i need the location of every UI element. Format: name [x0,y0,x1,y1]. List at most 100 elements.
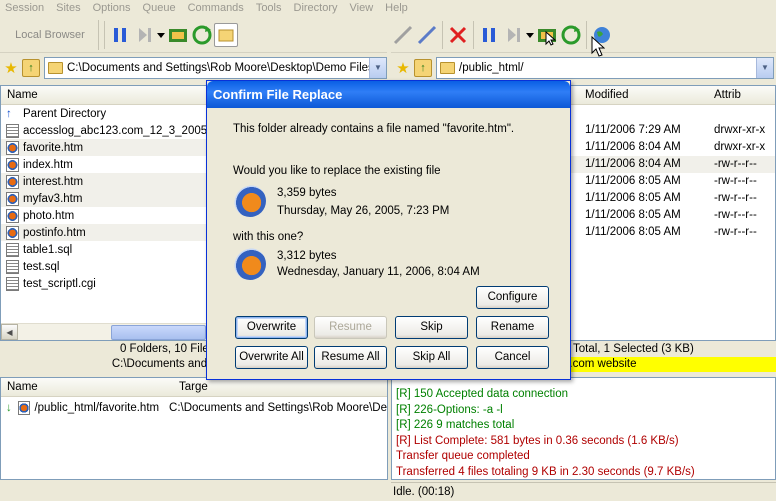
menu-session[interactable]: Session [0,2,51,14]
firefox-doc-icon [6,140,19,155]
step-icon[interactable] [132,23,156,47]
existing-date: Thursday, May 26, 2005, 7:23 PM [277,205,450,217]
session-log: [R] 150 Accepted data connection [R] 226… [391,377,776,480]
folder-up-icon[interactable]: ↑ [414,58,432,77]
up-arrow-icon: ↑ [6,107,12,120]
connect-icon[interactable] [391,23,415,47]
folder-icon [48,61,63,74]
dialog-message: This folder already contains a file name… [233,123,515,135]
column-modified-header[interactable]: Modified [585,89,628,101]
chevron-down-icon[interactable] [525,23,535,47]
folder-up-icon[interactable]: ↑ [22,58,40,77]
column-name-header[interactable]: Name [7,89,38,101]
menu-commands[interactable]: Commands [183,2,251,14]
doc-icon [6,123,19,138]
chevron-down-icon[interactable] [156,23,166,47]
overwrite-button[interactable]: Overwrite [235,316,308,339]
transfer-queue: Name Targe ↓ /public_html/favorite.htm C… [0,377,388,480]
delete-icon[interactable] [446,23,470,47]
menu-sites[interactable]: Sites [51,2,87,14]
skip-all-button[interactable]: Skip All [395,346,468,369]
chevron-down-icon[interactable]: ▼ [369,57,386,78]
modified-cell: 1/11/2006 8:05 AM [585,226,681,238]
mouse-cursor-icon [591,36,605,57]
file-name: test.sql [23,260,60,273]
attrib-cell: drwxr-xr-x [714,141,766,153]
transfer-icon[interactable] [166,23,190,47]
dialog-with-label: with this one? [233,231,304,243]
menu-queue[interactable]: Queue [138,2,183,14]
disconnect-icon[interactable] [415,23,439,47]
file-name: Parent Directory [23,107,107,120]
menu-directory[interactable]: Directory [289,2,345,14]
scroll-left-icon[interactable]: ◀ [1,324,18,340]
modified-cell: 1/11/2006 7:29 AM [585,124,681,136]
queue-name-header[interactable]: Name [7,381,38,393]
local-address-bar: ★ ↑ C:\Documents and Settings\Rob Moore\… [2,56,387,79]
download-arrow-icon: ↓ [6,401,12,414]
chevron-down-icon[interactable]: ▼ [756,57,773,78]
doc-icon [6,242,19,257]
firefox-file-icon [234,185,266,217]
confirm-replace-dialog: Confirm File Replace This folder already… [206,80,571,380]
log-line: [R] 150 Accepted data connection [396,388,568,400]
remote-toolbar [391,17,776,53]
configure-button[interactable]: Configure [476,286,549,309]
log-line: Transfer queue completed [396,450,530,462]
local-path-combo[interactable]: C:\Documents and Settings\Rob Moore\Desk… [44,56,387,79]
refresh-icon[interactable] [190,23,214,47]
existing-size: 3,359 bytes [277,187,337,199]
file-name: index.htm [23,158,73,171]
refresh-icon[interactable] [559,23,583,47]
cancel-button[interactable]: Cancel [476,346,549,369]
transfer-icon[interactable] [535,23,559,47]
firefox-doc-icon [17,400,31,415]
scroll-thumb[interactable] [111,324,206,340]
file-name: postinfo.htm [23,226,86,239]
menu-tools[interactable]: Tools [251,2,289,14]
skip-button[interactable]: Skip [395,316,468,339]
local-toolbar: Local Browser [0,17,387,53]
folder-view-icon[interactable] [214,22,238,47]
toolbar-separator [104,20,105,49]
column-attrib-header[interactable]: Attrib [714,89,741,101]
new-size: 3,312 bytes [277,250,337,262]
attrib-cell: -rw-r--r-- [714,158,757,170]
rename-button[interactable]: Rename [476,316,549,339]
remote-address-bar: ★ ↑ /public_html/ ▼ [394,56,774,79]
overwrite-all-button[interactable]: Overwrite All [235,346,308,369]
menu-help[interactable]: Help [380,2,415,14]
connection-status: Idle. (00:18) [391,482,776,500]
step-icon[interactable] [501,23,525,47]
menu-options[interactable]: Options [88,2,138,14]
file-name: accesslog_abc123.com_12_3_2005.gz [23,124,223,137]
queue-item[interactable]: ↓ /public_html/favorite.htm C:\Documents… [1,399,387,416]
pause-icon[interactable] [477,23,501,47]
local-path-text: C:\Documents and Settings\Rob Moore\Desk… [67,61,374,74]
resume-all-button[interactable]: Resume All [314,346,387,369]
favorites-star-icon[interactable]: ★ [394,59,412,77]
toolbar-separator [442,20,443,49]
doc-icon [6,259,19,274]
menu-view[interactable]: View [345,2,381,14]
remote-path-combo[interactable]: /public_html/ ▼ [436,56,774,79]
toolbar-separator [586,20,587,49]
folder-icon [440,61,455,74]
queue-target-header[interactable]: Targe [179,381,208,393]
log-line: Transferred 4 files totaling 9 KB in 2.3… [396,465,695,478]
attrib-cell: -rw-r--r-- [714,175,757,187]
firefox-doc-icon [6,225,19,240]
favorites-star-icon[interactable]: ★ [2,59,20,77]
resume-button[interactable]: Resume [314,316,387,339]
firefox-doc-icon [6,174,19,189]
firefox-doc-icon [6,157,19,172]
file-name: interest.htm [23,175,84,188]
queue-header: Name Targe [1,378,387,397]
doc-icon [6,276,19,291]
log-line: [R] List Complete: 581 bytes in 0.36 sec… [396,434,679,447]
log-line: [R] 226-Options: -a -l [396,403,503,416]
file-name: myfav3.htm [23,192,83,205]
local-browser-button[interactable]: Local Browser [2,19,99,50]
pause-icon[interactable] [108,23,132,47]
file-name: table1.sql [23,243,73,256]
